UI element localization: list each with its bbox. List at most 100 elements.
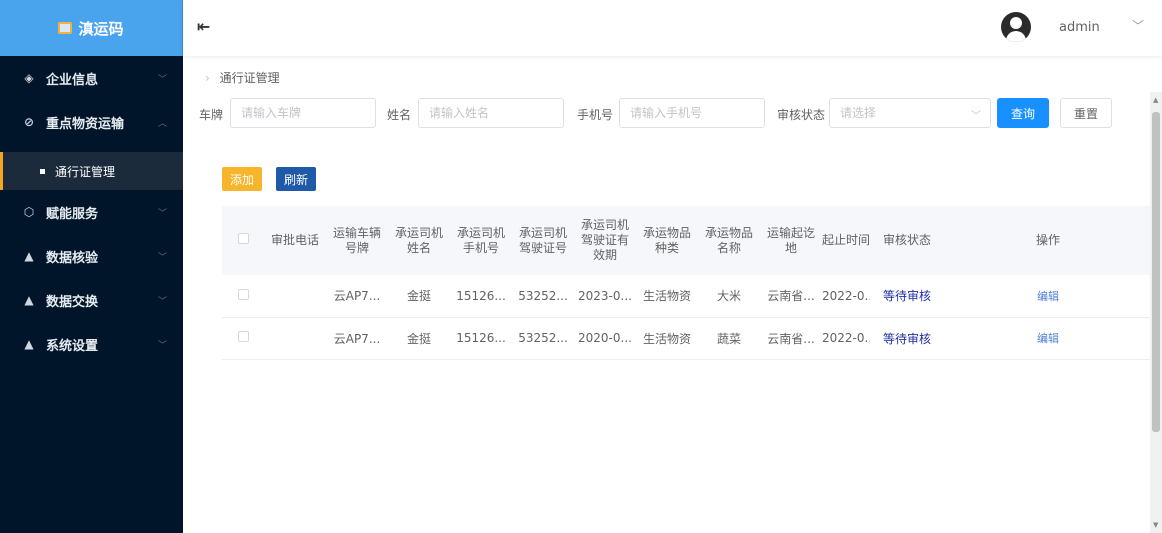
cell-category: 生活物资: [642, 289, 691, 304]
table-header-row: 审批电话 运输车辆号牌 承运司机姓名 承运司机手机号 承运司机驾驶证号 承运司机…: [222, 206, 1152, 275]
cell-phone: [264, 317, 326, 359]
table-header-cell: 审批电话: [270, 233, 319, 247]
plate-label: 车牌: [199, 108, 224, 122]
select-all-checkbox[interactable]: [237, 233, 249, 244]
status-select[interactable]: [829, 98, 991, 128]
table-header-cell: 审核状态: [882, 233, 931, 247]
cell-driver: 金挺: [406, 289, 431, 304]
edit-link[interactable]: 编辑: [1037, 290, 1059, 303]
row-checkbox[interactable]: [237, 288, 249, 300]
badge-icon: ▲: [24, 293, 34, 307]
table-row: 云AP7... 金挺 15126... 53252... 2023-0... 生…: [222, 275, 1152, 317]
row-checkbox[interactable]: [237, 331, 249, 342]
menu-item-company-info[interactable]: ◈ 企业信息 ﹀: [0, 56, 183, 100]
scrollbar-thumb[interactable]: [1152, 112, 1160, 432]
brand-logo[interactable]: 滇运码: [0, 0, 183, 56]
breadcrumb: › 通行证管理: [205, 69, 280, 86]
name-label: 姓名: [387, 108, 412, 122]
menu-label: 系统设置: [46, 338, 99, 354]
add-button[interactable]: 添加: [222, 167, 262, 191]
table-header-cell: 运输起讫地: [766, 225, 815, 255]
cell-category: 生活物资: [642, 331, 691, 346]
chevron-down-icon: ﹀: [157, 208, 167, 219]
menu-item-data-verify[interactable]: ▲ 数据核验 ﹀: [0, 234, 183, 278]
menu-label: 重点物资运输: [46, 116, 125, 132]
breadcrumb-current[interactable]: 通行证管理: [220, 71, 280, 85]
table-header-cell: 承运物品名称: [704, 225, 753, 255]
menu-label: 数据交换: [46, 294, 99, 310]
cell-mobile: 15126...: [456, 331, 506, 345]
pass-table: 审批电话 运输车辆号牌 承运司机姓名 承运司机手机号 承运司机驾驶证号 承运司机…: [222, 206, 1152, 360]
menu-label: 企业信息: [46, 72, 99, 88]
cell-driver: 金挺: [406, 331, 431, 346]
link-icon: ⊘: [23, 115, 35, 129]
cell-period: 2022-0...: [822, 331, 870, 345]
plate-input[interactable]: [230, 98, 376, 128]
cell-op: 编辑: [944, 275, 1152, 317]
cell-period: 2022-0...: [822, 288, 870, 303]
chevron-down-icon: ﹀: [157, 340, 167, 351]
bullet-icon: [40, 168, 45, 174]
brand-icon: [58, 22, 73, 34]
page-scrollbar[interactable]: ▲ ▼: [1150, 92, 1162, 533]
chevron-down-icon: ﹀: [971, 111, 981, 122]
main-content: › 通行证管理 车牌 姓名 手机号 审核状态 ﹀ 查询 重置 添加 刷新: [183, 56, 1152, 533]
menu-label: 赋能服务: [46, 206, 99, 222]
cell-phone: [264, 275, 326, 317]
cell-license-exp: 2020-0...: [578, 331, 632, 345]
avatar[interactable]: [1001, 12, 1031, 42]
layers-icon: ◈: [24, 71, 34, 85]
table-row: 云AP7... 金挺 15126... 53252... 2020-0... 生…: [222, 317, 1152, 359]
table-header-cell: 承运物品种类: [642, 225, 691, 255]
name-input[interactable]: [418, 98, 564, 128]
phone-label: 手机号: [577, 108, 614, 122]
table-header-cell: 承运司机手机号: [456, 225, 505, 255]
menu-item-data-exchange[interactable]: ▲ 数据交换 ﹀: [0, 278, 183, 322]
phone-input[interactable]: [619, 98, 765, 128]
menu-item-pass-management[interactable]: 通行证管理: [0, 152, 183, 190]
table-header-cell: 承运司机驾驶证有效期: [580, 218, 629, 262]
table-header-cell: 承运司机驾驶证号: [518, 225, 567, 255]
menu-label: 通行证管理: [55, 164, 116, 179]
cell-route: 云南省...: [767, 289, 815, 304]
menu-fold-icon[interactable]: ⇤: [197, 17, 210, 36]
cube-icon: ⬡: [23, 205, 35, 219]
cell-op: 编辑: [944, 317, 1152, 359]
menu-item-system-settings[interactable]: ▲ 系统设置 ﹀: [0, 322, 183, 366]
scroll-up-icon[interactable]: ▲: [1153, 96, 1158, 104]
cell-route: 云南省...: [767, 331, 815, 346]
refresh-button[interactable]: 刷新: [276, 167, 316, 191]
table-header-cell: 运输车辆号牌: [332, 225, 381, 255]
cell-license: 53252...: [518, 288, 568, 303]
reset-button[interactable]: 重置: [1060, 98, 1112, 128]
cell-license: 53252...: [518, 331, 568, 345]
cell-mobile: 15126...: [456, 288, 506, 303]
chevron-up-icon: ︿: [157, 118, 167, 129]
row-select: [222, 275, 264, 317]
query-button[interactable]: 查询: [997, 98, 1049, 128]
chevron-right-icon: ›: [205, 71, 210, 85]
chevron-down-icon: ﹀: [157, 252, 167, 263]
table-header-cell: 起止时间: [822, 233, 871, 247]
cell-item: 大米: [716, 289, 741, 304]
table-header-cell: 操作: [1035, 233, 1060, 247]
edit-link[interactable]: 编辑: [1037, 332, 1059, 345]
chevron-down-icon: ﹀: [157, 296, 167, 307]
table-header-cell: 承运司机姓名: [394, 225, 443, 255]
cell-license-exp: 2023-0...: [578, 288, 632, 303]
cell-status: 等待审核: [882, 331, 931, 346]
top-header: ⇤ admin ﹀: [183, 0, 1162, 56]
user-name[interactable]: admin: [1059, 20, 1100, 35]
chevron-down-icon[interactable]: ﹀: [1132, 17, 1144, 34]
menu-item-empower-service[interactable]: ⬡ 赋能服务 ﹀: [0, 190, 183, 234]
badge-icon: ▲: [24, 337, 34, 351]
menu-item-key-goods-transport[interactable]: ⊘ 重点物资运输 ︿: [0, 100, 183, 144]
menu-label: 数据核验: [46, 250, 99, 266]
chevron-down-icon: ﹀: [157, 74, 167, 85]
row-select: [222, 317, 264, 359]
scroll-down-icon[interactable]: ▼: [1153, 521, 1158, 529]
cell-item: 蔬菜: [716, 331, 741, 346]
brand-name: 滇运码: [78, 19, 124, 38]
badge-icon: ▲: [24, 249, 34, 263]
sidebar: 滇运码 ◈ 企业信息 ﹀ ⊘ 重点物资运输 ︿ 通行证管理 ⬡ 赋能服务 ﹀ ▲…: [0, 0, 183, 533]
